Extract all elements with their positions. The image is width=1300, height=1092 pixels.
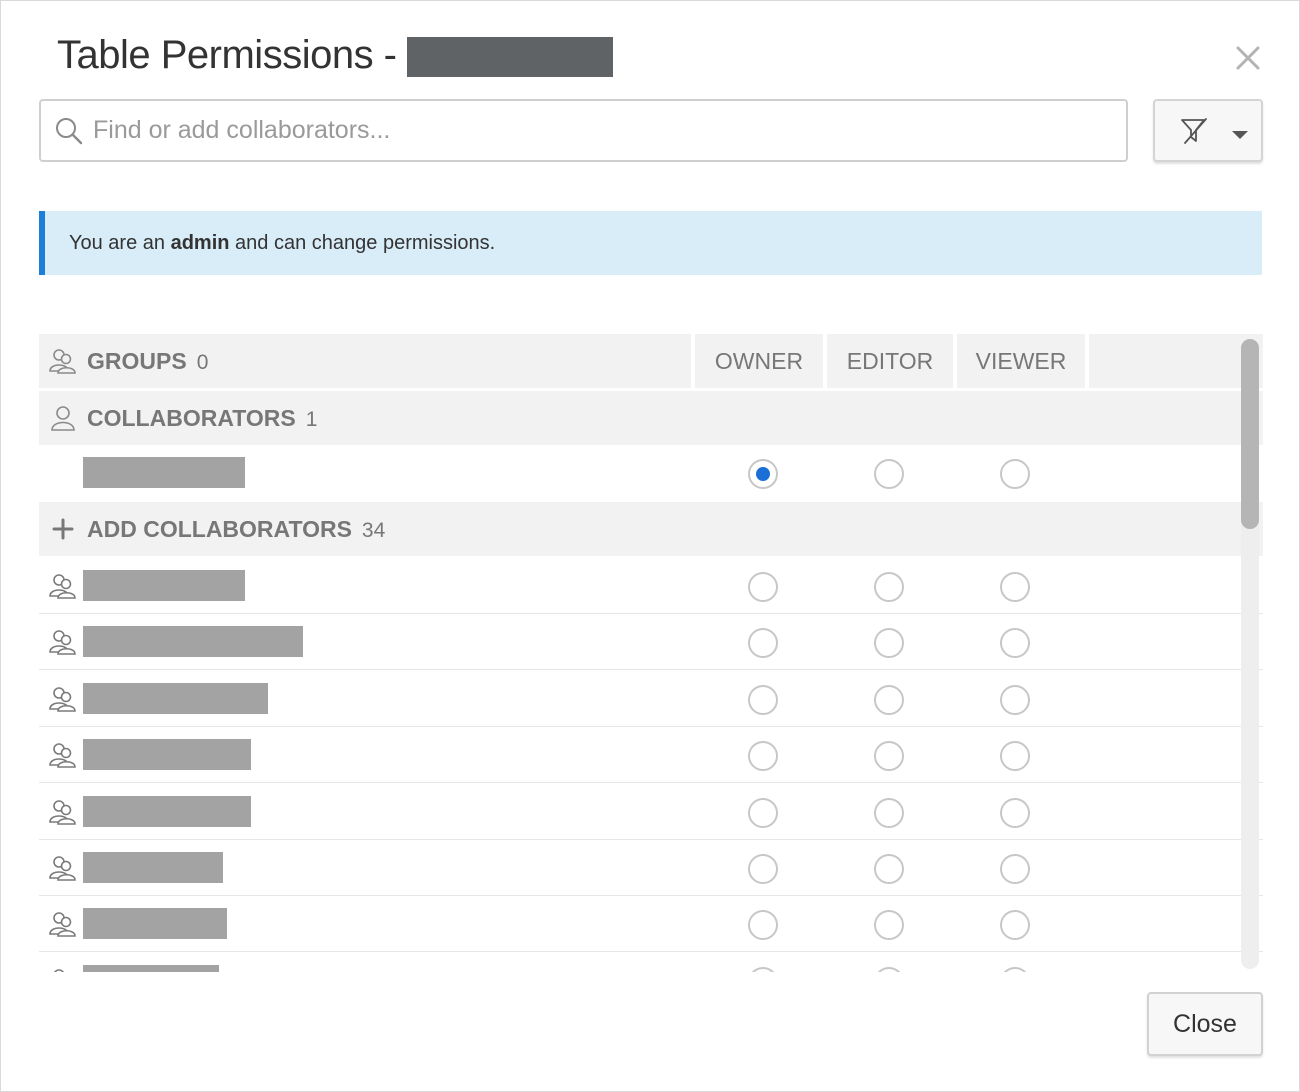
owner-radio[interactable] — [748, 684, 778, 715]
dialog-title-area: Table Permissions - — [57, 31, 613, 79]
filter-off-icon — [1179, 117, 1209, 145]
plus-icon — [49, 515, 77, 543]
editor-radio[interactable] — [874, 572, 904, 602]
add-collaborators-title: ADD COLLABORATORS 34 — [87, 516, 386, 542]
editor-radio[interactable] — [874, 854, 904, 884]
add-collaborators-count: 34 — [361, 519, 386, 542]
notice-text: You are an admin and can change permissi… — [69, 232, 496, 254]
add-collaborator-row — [39, 558, 1263, 614]
viewer-radio[interactable] — [1000, 572, 1030, 602]
redacted-group-name — [83, 852, 223, 883]
groups-title: GROUPS 0 — [87, 348, 209, 374]
notice-role: admin — [170, 232, 230, 254]
group-icon — [49, 910, 77, 938]
viewer-radio[interactable] — [1000, 797, 1030, 828]
add-collaborator-row — [39, 614, 1263, 671]
group-icon — [49, 628, 77, 656]
collaborators-section-header[interactable]: COLLABORATORS 1 — [39, 391, 1263, 445]
collaborators-count: 1 — [305, 408, 318, 431]
search-icon — [55, 117, 83, 145]
add-collaborator-row — [39, 840, 1263, 896]
table-permissions-dialog: Table Permissions - You are an admin and… — [0, 0, 1300, 1092]
viewer-column-header: VIEWER — [957, 334, 1085, 388]
redacted-group-name — [83, 570, 245, 601]
owner-radio[interactable] — [748, 459, 778, 489]
group-icon — [49, 347, 77, 375]
collaborators-title: COLLABORATORS 1 — [87, 405, 318, 431]
filter-dropdown-button[interactable] — [1153, 99, 1263, 162]
owner-radio[interactable] — [748, 572, 778, 602]
redacted-group-name — [83, 908, 227, 940]
add-collaborator-row — [39, 783, 1263, 840]
add-collaborator-row — [39, 896, 1263, 953]
viewer-radio[interactable] — [1000, 966, 1030, 972]
close-button[interactable]: Close — [1147, 992, 1263, 1056]
group-icon — [49, 967, 77, 972]
dialog-title: Table Permissions - — [57, 33, 397, 77]
owner-radio[interactable] — [748, 628, 778, 659]
group-icon — [49, 741, 77, 769]
viewer-radio[interactable] — [1000, 684, 1030, 715]
group-icon — [49, 854, 77, 882]
redacted-group-name — [83, 739, 251, 771]
collaborator-row — [39, 445, 1263, 501]
viewer-radio[interactable] — [1000, 910, 1030, 941]
groups-header[interactable]: GROUPS 0 — [39, 334, 691, 388]
admin-notice: You are an admin and can change permissi… — [39, 211, 1262, 275]
groups-count: 0 — [196, 351, 209, 374]
editor-radio[interactable] — [874, 797, 904, 828]
close-icon[interactable] — [1233, 43, 1263, 73]
editor-radio[interactable] — [874, 684, 904, 715]
viewer-radio[interactable] — [1000, 459, 1030, 489]
permissions-table: GROUPS 0 OWNER EDITOR VIEWER COLLABORATOR… — [39, 334, 1263, 972]
add-collaborator-row — [39, 952, 1263, 972]
group-icon — [49, 685, 77, 713]
header-spacer — [1089, 334, 1263, 388]
editor-radio[interactable] — [874, 966, 904, 972]
add-collaborator-row — [39, 727, 1263, 784]
viewer-radio[interactable] — [1000, 854, 1030, 884]
group-icon — [49, 572, 77, 600]
redacted-group-name — [83, 795, 251, 827]
editor-radio[interactable] — [874, 628, 904, 659]
owner-radio[interactable] — [748, 910, 778, 941]
redacted-group-name — [83, 682, 268, 714]
collaborator-search — [39, 99, 1128, 162]
editor-column-header: EDITOR — [827, 334, 953, 388]
user-icon — [49, 404, 77, 432]
redacted-group-name — [83, 626, 303, 658]
owner-radio[interactable] — [748, 741, 778, 772]
editor-radio[interactable] — [874, 910, 904, 941]
editor-radio[interactable] — [874, 459, 904, 489]
add-collaborators-section-header[interactable]: ADD COLLABORATORS 34 — [39, 502, 1263, 556]
redacted-collaborator-name — [83, 457, 245, 488]
viewer-radio[interactable] — [1000, 628, 1030, 659]
add-collaborator-row — [39, 670, 1263, 727]
owner-radio[interactable] — [748, 797, 778, 828]
redacted-table-name — [406, 37, 613, 77]
table-header: GROUPS 0 OWNER EDITOR VIEWER — [39, 334, 1263, 388]
scrollbar-thumb[interactable] — [1241, 339, 1259, 529]
owner-radio[interactable] — [748, 966, 778, 972]
viewer-radio[interactable] — [1000, 741, 1030, 772]
owner-radio[interactable] — [748, 854, 778, 884]
redacted-group-name — [83, 964, 219, 972]
owner-column-header: OWNER — [695, 334, 823, 388]
search-input[interactable] — [93, 107, 1113, 154]
editor-radio[interactable] — [874, 741, 904, 772]
caret-down-icon — [1231, 127, 1249, 139]
group-icon — [49, 798, 77, 826]
